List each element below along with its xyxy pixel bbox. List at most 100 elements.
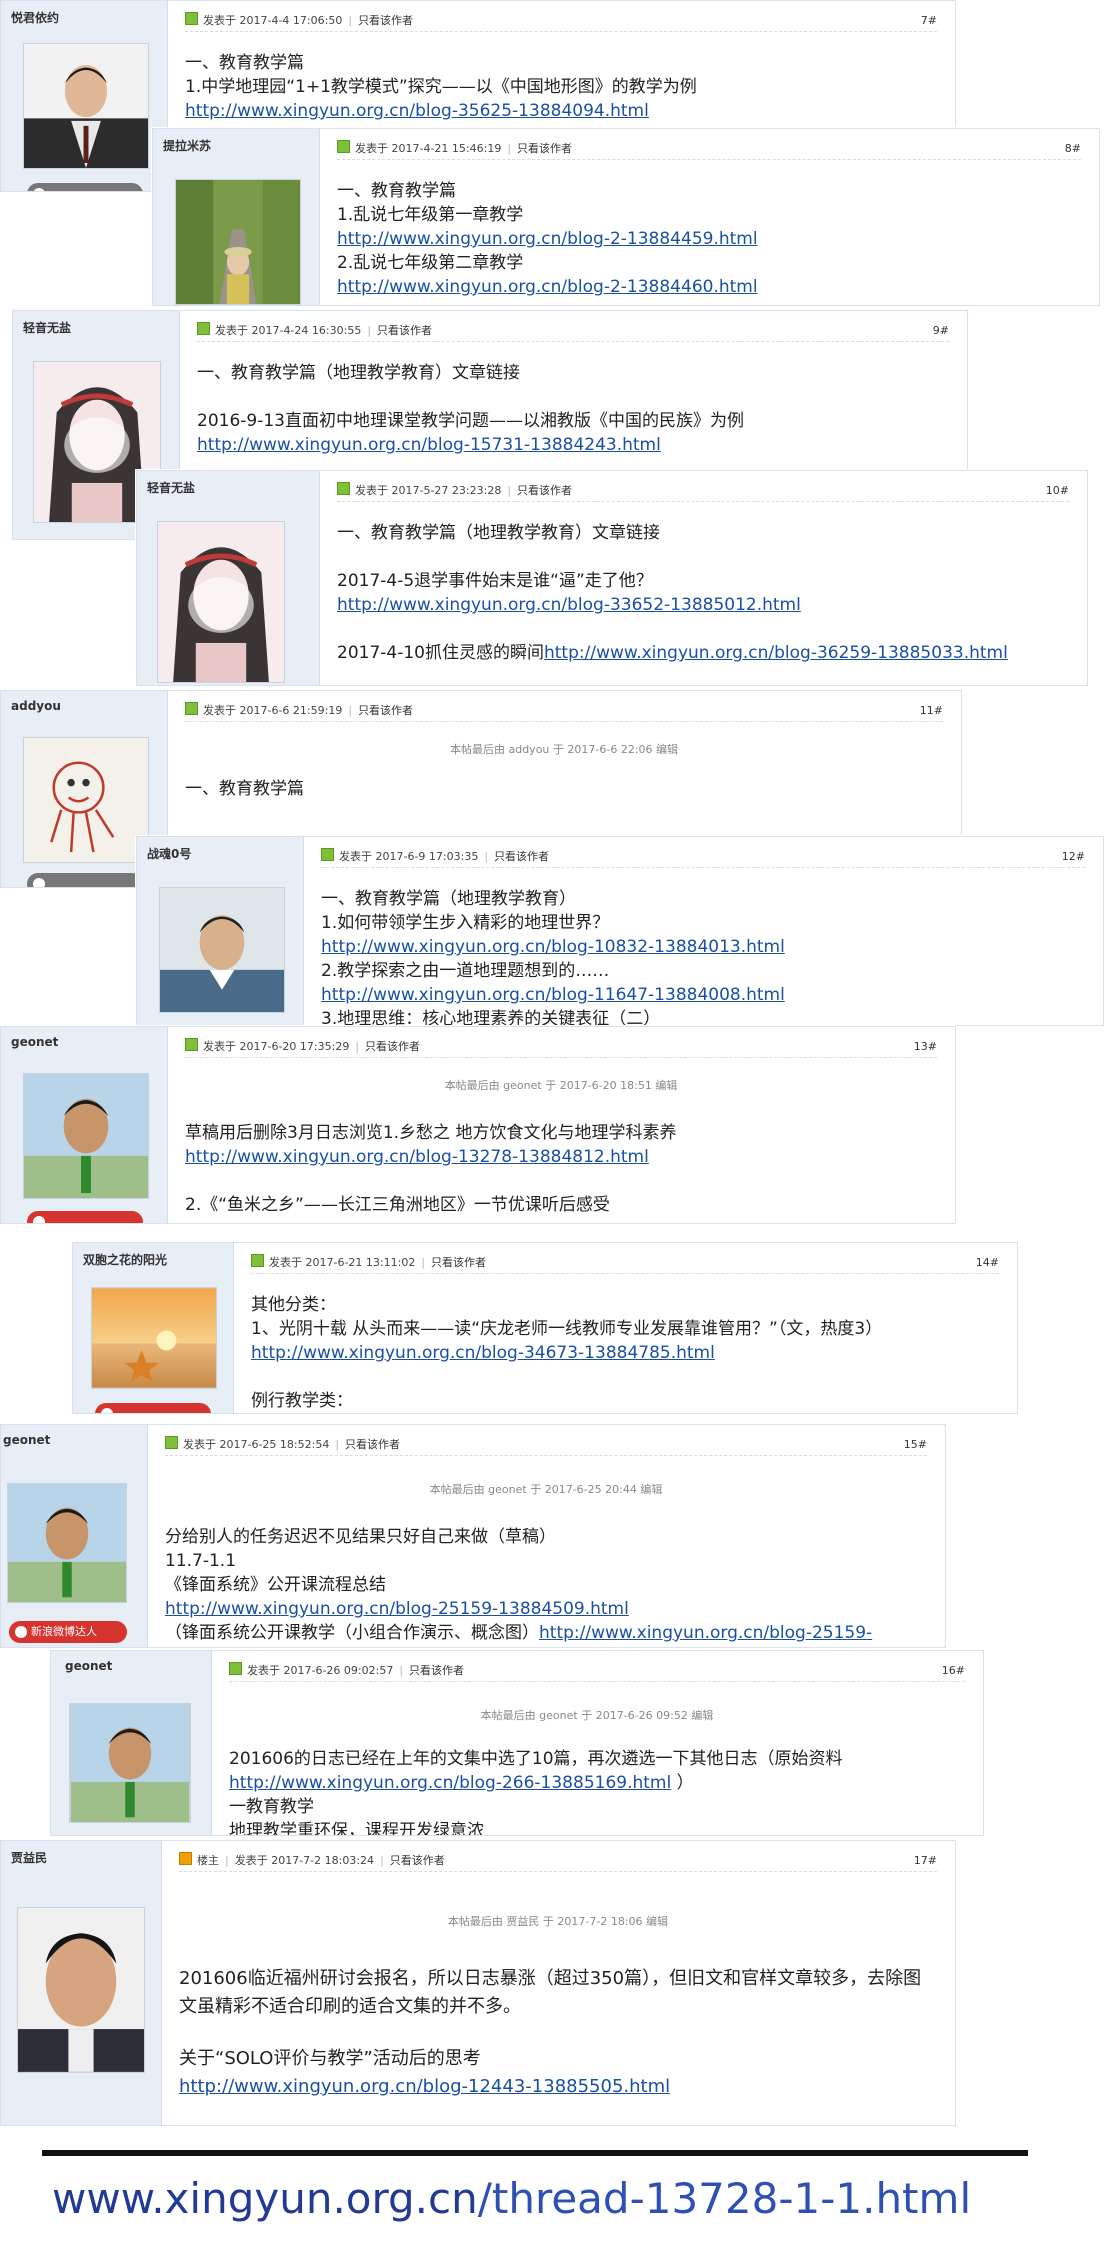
blog-link[interactable]: http://www.xingyun.org.cn/blog-33652-138… — [337, 595, 801, 615]
only-author-link[interactable]: 只看该作者 — [358, 14, 413, 27]
post-time: 2017-6-25 18:52:54 — [219, 1438, 330, 1451]
online-icon — [185, 702, 198, 715]
floor-number[interactable]: 12# — [1062, 847, 1085, 867]
username[interactable]: 提拉米苏 — [163, 137, 211, 154]
floor-number[interactable]: 9# — [933, 321, 949, 341]
post-time: 2017-6-21 13:11:02 — [305, 1256, 416, 1269]
avatar[interactable] — [7, 1483, 127, 1603]
post-body: 201606临近福州研讨会报名，所以日志暴涨（超过350篇），但旧文和官样文章较… — [179, 1968, 922, 2097]
blog-link[interactable]: http://www.xingyun.org.cn/blog-12443-138… — [179, 2076, 670, 2097]
post-meta: 楼主 | 发表于 2017-7-2 18:03:24 | 只看该作者 17# — [179, 1851, 937, 1872]
only-author-link[interactable]: 只看该作者 — [390, 1854, 445, 1867]
floor-number[interactable]: 7# — [921, 11, 937, 31]
blog-link[interactable]: http://www.xingyun.org.cn/blog-2-1388445… — [337, 229, 758, 249]
post-floor-14: 双胞之花的阳光 发表于 2017-6-21 13:11:02 | 只看该作者 14# … — [72, 1242, 1018, 1414]
floor-number[interactable]: 8# — [1065, 139, 1081, 159]
blog-link[interactable]: http://www.xingyun.org.cn/blog-36259-138… — [544, 643, 1008, 663]
floor-number[interactable]: 14# — [976, 1253, 999, 1273]
floor-number[interactable]: 10# — [1046, 481, 1069, 501]
post-meta: 发表于 2017-6-25 18:52:54 | 只看该作者 15# — [165, 1435, 927, 1456]
floor-number[interactable]: 11# — [920, 701, 943, 721]
avatar[interactable] — [69, 1703, 191, 1823]
only-author-link[interactable]: 只看该作者 — [365, 1040, 420, 1053]
floor-number[interactable]: 13# — [914, 1037, 937, 1057]
floor-number[interactable]: 17# — [914, 1851, 937, 1871]
post-time: 2017-6-6 21:59:19 — [239, 704, 343, 717]
online-icon — [229, 1662, 242, 1675]
online-icon — [185, 12, 198, 25]
only-author-link[interactable]: 只看该作者 — [377, 324, 432, 337]
user-badge[interactable] — [27, 183, 143, 191]
username[interactable]: 战魂0号 — [147, 845, 191, 862]
only-author-link[interactable]: 只看该作者 — [345, 1438, 400, 1451]
post-body: 201606的日志已经在上年的文集中选了10篇，再次遴选一下其他日志（原始资料 … — [229, 1749, 843, 1836]
username[interactable]: 轻音无盐 — [147, 479, 195, 496]
user-badge[interactable] — [27, 1211, 143, 1223]
host-icon — [179, 1852, 192, 1865]
online-icon — [185, 1038, 198, 1051]
avatar[interactable] — [23, 737, 149, 863]
online-icon — [165, 1436, 178, 1449]
avatar[interactable] — [17, 1907, 145, 2073]
online-icon — [337, 482, 350, 495]
blog-link[interactable]: http://www.xingyun.org.cn/blog-35625-138… — [185, 101, 649, 121]
username[interactable]: geonet — [11, 1035, 58, 1049]
only-author-link[interactable]: 只看该作者 — [358, 704, 413, 717]
user-badge[interactable] — [27, 873, 143, 887]
thread-url-banner: www.xingyun.org.cn/thread-13728-1-1.html — [42, 2150, 1028, 2246]
blog-link[interactable]: http://www.xingyun.org.cn/blog-266-13885… — [229, 1773, 671, 1793]
post-floor-17: 贾益民 楼主 | 发表于 2017-7-2 18:03:24 | 只看该作者 17# 本帖… — [0, 1840, 956, 2126]
post-floor-8: 提拉米苏 发表于 2017-4-21 15:46:19 | 只看该作者 8# 一、教育… — [152, 128, 1100, 306]
post-time: 2017-4-21 15:46:19 — [391, 142, 502, 155]
blog-link[interactable]: http://www.xingyun.org.cn/blog-15731-138… — [197, 435, 661, 455]
post-meta: 发表于 2017-6-26 09:02:57 | 只看该作者 16# — [229, 1661, 965, 1682]
edit-note: 本帖最后由 geonet 于 2017-6-25 20:44 编辑 — [429, 1483, 663, 1496]
thread-url[interactable]: www.xingyun.org.cn/thread-13728-1-1.html — [52, 2174, 971, 2223]
blog-link[interactable]: http://www.xingyun.org.cn/blog-2-1388446… — [337, 277, 758, 297]
avatar[interactable] — [159, 887, 285, 1013]
post-content: 发表于 2017-6-9 17:03:35 | 只看该作者 12# 一、教育教学篇（地… — [303, 837, 1103, 1025]
only-author-link[interactable]: 只看该作者 — [517, 142, 572, 155]
weibo-badge[interactable]: 新浪微博达人 — [9, 1621, 127, 1643]
edit-note: 本帖最后由 geonet 于 2017-6-26 09:52 编辑 — [480, 1709, 714, 1722]
avatar[interactable] — [91, 1287, 217, 1389]
username[interactable]: geonet — [65, 1659, 112, 1673]
username[interactable]: 贾益民 — [11, 1849, 47, 1866]
blog-link[interactable]: http://www.xingyun.org.cn/blog-10832-138… — [321, 937, 785, 957]
author-sidebar: 贾益民 — [1, 1841, 162, 2125]
post-content: 楼主 | 发表于 2017-7-2 18:03:24 | 只看该作者 17# 本帖最后由 … — [161, 1841, 955, 2125]
post-time: 2017-6-26 09:02:57 — [283, 1664, 394, 1677]
author-sidebar: geonet — [1, 1027, 168, 1223]
only-author-link[interactable]: 只看该作者 — [494, 850, 549, 863]
only-author-link[interactable]: 只看该作者 — [409, 1664, 464, 1677]
user-badge[interactable] — [95, 1403, 211, 1413]
post-time: 2017-4-24 16:30:55 — [251, 324, 362, 337]
floor-number[interactable]: 16# — [942, 1661, 965, 1681]
username[interactable]: addyou — [11, 699, 61, 713]
only-author-link[interactable]: 只看该作者 — [431, 1256, 486, 1269]
blog-link[interactable]: http://www.xingyun.org.cn/blog-13278-138… — [185, 1147, 649, 1167]
avatar[interactable] — [23, 43, 149, 169]
post-floor-16: geonet 发表于 2017-6-26 09:02:57 | 只看该作者 16# 本… — [50, 1650, 984, 1836]
online-icon — [251, 1254, 264, 1267]
edit-note: 本帖最后由 addyou 于 2017-6-6 22:06 编辑 — [449, 743, 679, 756]
post-time: 2017-5-27 23:23:28 — [391, 484, 502, 497]
post-time: 2017-7-2 18:03:24 — [271, 1854, 375, 1867]
blog-link[interactable]: http://www.xingyun.org.cn/blog-25159-138… — [165, 1599, 629, 1619]
blog-link[interactable]: http://www.xingyun.org.cn/blog-25159- — [539, 1623, 872, 1643]
username[interactable]: 轻音无盐 — [23, 319, 71, 336]
avatar[interactable] — [157, 521, 285, 683]
avatar[interactable] — [175, 179, 301, 305]
post-meta: 发表于 2017-6-6 21:59:19 | 只看该作者 11# — [185, 701, 943, 722]
blog-link[interactable]: http://www.xingyun.org.cn/blog-34673-138… — [251, 1343, 715, 1363]
avatar[interactable] — [23, 1073, 149, 1199]
online-icon — [197, 322, 210, 335]
author-sidebar: 双胞之花的阳光 — [73, 1243, 234, 1413]
post-content: 发表于 2017-6-26 09:02:57 | 只看该作者 16# 本帖最后由 ge… — [211, 1651, 983, 1835]
username[interactable]: 双胞之花的阳光 — [83, 1251, 167, 1268]
username[interactable]: geonet — [3, 1433, 50, 1447]
blog-link[interactable]: http://www.xingyun.org.cn/blog-11647-138… — [321, 985, 785, 1005]
only-author-link[interactable]: 只看该作者 — [517, 484, 572, 497]
floor-number[interactable]: 15# — [904, 1435, 927, 1455]
username[interactable]: 悦君依约 — [11, 9, 59, 26]
